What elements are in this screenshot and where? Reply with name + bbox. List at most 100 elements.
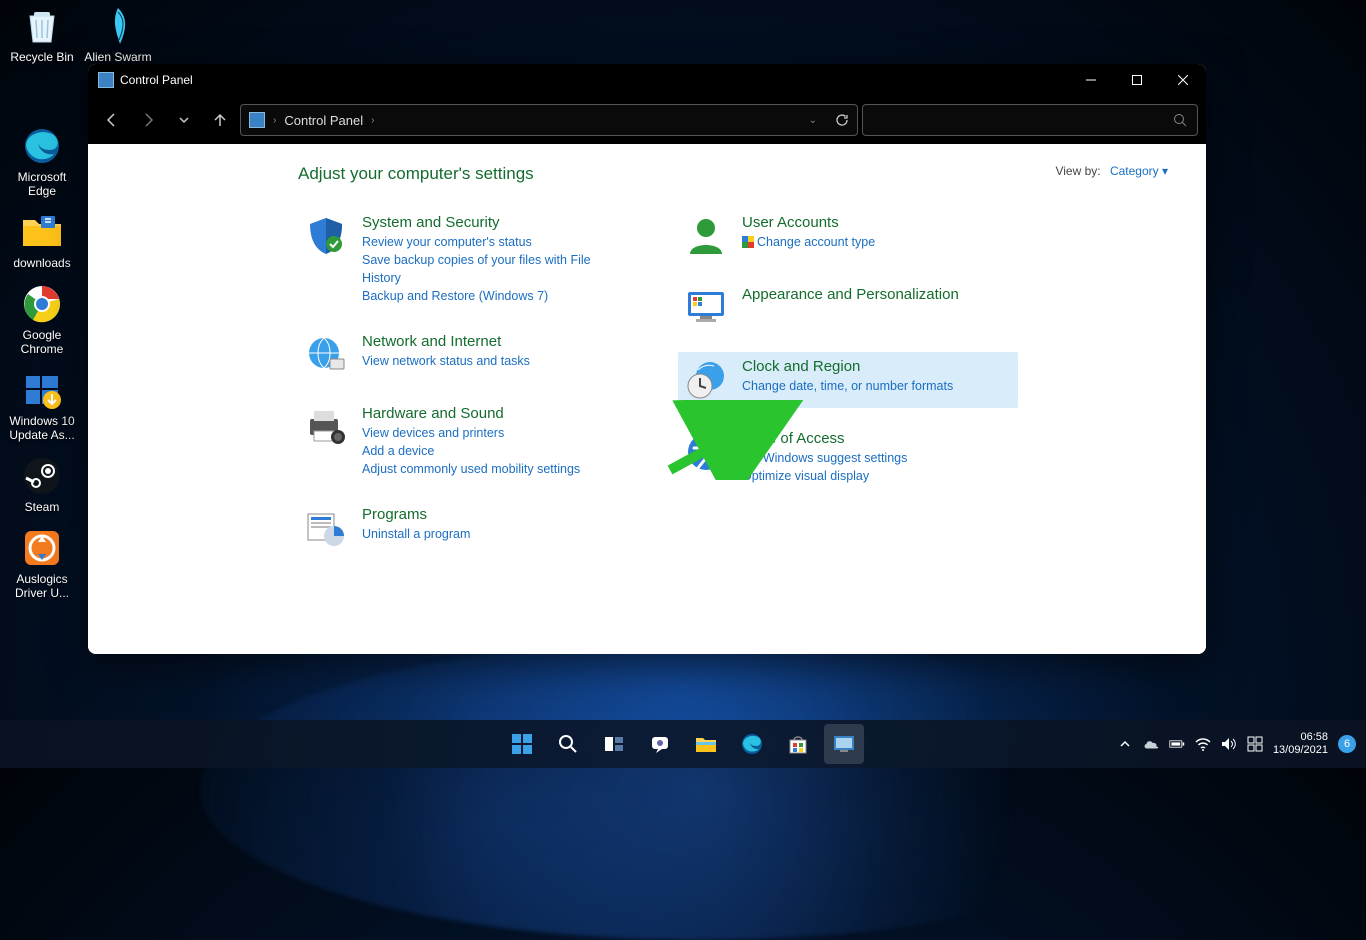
file-explorer-button[interactable] [686, 724, 726, 764]
category-appearance[interactable]: Appearance and Personalization [678, 280, 1018, 336]
category-user-accounts[interactable]: User Accounts Change account type [678, 208, 1018, 264]
view-by-dropdown[interactable]: Category ▾ [1110, 164, 1168, 178]
clock[interactable]: 06:58 13/09/2021 [1273, 731, 1328, 757]
category-column-right: User Accounts Change account type Appear… [678, 208, 1018, 556]
category-system-security[interactable]: System and Security Review your computer… [298, 208, 638, 311]
printer-icon [304, 405, 348, 449]
monitor-icon [684, 286, 728, 330]
chevron-down-icon[interactable]: ⌄ [809, 115, 817, 126]
battery-icon[interactable] [1169, 736, 1185, 752]
category-title[interactable]: User Accounts [742, 214, 875, 231]
programs-icon [304, 506, 348, 550]
category-link[interactable]: Uninstall a program [362, 525, 470, 543]
category-network[interactable]: Network and Internet View network status… [298, 327, 638, 383]
desktop-icon-steam[interactable]: Steam [4, 454, 80, 514]
folder-icon [20, 210, 64, 254]
view-by: View by: Category ▾ [1055, 164, 1168, 178]
maximize-button[interactable] [1114, 64, 1160, 96]
content-area: Adjust your computer's settings View by:… [88, 144, 1206, 654]
category-title[interactable]: Programs [362, 506, 470, 523]
control-panel-window: Control Panel › Control Panel › ⌄ Adjust… [88, 64, 1206, 654]
category-link[interactable]: Adjust commonly used mobility settings [362, 460, 580, 478]
chrome-icon [20, 282, 64, 326]
category-title[interactable]: Network and Internet [362, 333, 530, 350]
category-link[interactable]: Review your computer's status [362, 233, 632, 251]
category-link[interactable]: Change account type [742, 233, 875, 251]
control-panel-icon [98, 72, 114, 88]
category-column-left: System and Security Review your computer… [298, 208, 638, 556]
back-button[interactable] [96, 104, 128, 136]
clock-time: 06:58 [1273, 731, 1328, 744]
category-link[interactable]: Backup and Restore (Windows 7) [362, 287, 632, 305]
desktop-icon-label: Windows 10 Update As... [4, 414, 80, 442]
language-icon[interactable] [1247, 736, 1263, 752]
shield-icon [304, 214, 348, 258]
desktop-icon-label: Alien Swarm [80, 50, 156, 64]
tray-overflow-icon[interactable] [1117, 736, 1133, 752]
category-hardware[interactable]: Hardware and Sound View devices and prin… [298, 399, 638, 484]
store-button[interactable] [778, 724, 818, 764]
clock-date: 13/09/2021 [1273, 744, 1328, 757]
window-title: Control Panel [120, 73, 193, 87]
desktop-icon-label: Microsoft Edge [4, 170, 80, 198]
category-link[interactable]: Optimize visual display [742, 467, 907, 485]
category-title[interactable]: Hardware and Sound [362, 405, 580, 422]
task-view-button[interactable] [594, 724, 634, 764]
taskbar-center [502, 724, 864, 764]
desktop-icon-label: Recycle Bin [4, 50, 80, 64]
category-link[interactable]: View network status and tasks [362, 352, 530, 370]
titlebar[interactable]: Control Panel [88, 64, 1206, 96]
desktop-icon-label: downloads [4, 256, 80, 270]
desktop-icon-label: Steam [4, 500, 80, 514]
breadcrumb[interactable]: Control Panel [284, 113, 363, 128]
accessibility-icon [684, 430, 728, 474]
onedrive-icon[interactable] [1143, 736, 1159, 752]
system-tray[interactable]: 06:58 13/09/2021 6 [1117, 720, 1366, 768]
chat-button[interactable] [640, 724, 680, 764]
desktop-icon-alien-swarm[interactable]: Alien Swarm [80, 4, 156, 64]
category-title[interactable]: Clock and Region [742, 358, 953, 375]
close-button[interactable] [1160, 64, 1206, 96]
search-box[interactable] [862, 104, 1198, 136]
chevron-right-icon[interactable]: › [371, 115, 374, 126]
category-ease-of-access[interactable]: Ease of Access Let Windows suggest setti… [678, 424, 1018, 491]
page-heading: Adjust your computer's settings [298, 164, 1158, 184]
chevron-right-icon: › [273, 115, 276, 126]
control-panel-taskbar-button[interactable] [824, 724, 864, 764]
refresh-button[interactable] [835, 113, 849, 127]
clock-globe-icon [684, 358, 728, 402]
steam-icon [20, 454, 64, 498]
category-title[interactable]: Appearance and Personalization [742, 286, 959, 303]
recent-dropdown[interactable] [168, 104, 200, 136]
category-programs[interactable]: Programs Uninstall a program [298, 500, 638, 556]
desktop-icon-edge[interactable]: Microsoft Edge [4, 124, 80, 198]
edge-icon [20, 124, 64, 168]
search-button[interactable] [548, 724, 588, 764]
category-link[interactable]: Let Windows suggest settings [742, 449, 907, 467]
desktop-icon-recycle-bin[interactable]: Recycle Bin [4, 4, 80, 64]
category-clock-region[interactable]: Clock and Region Change date, time, or n… [678, 352, 1018, 408]
category-title[interactable]: System and Security [362, 214, 632, 231]
desktop-icon-chrome[interactable]: Google Chrome [4, 282, 80, 356]
desktop-icon-auslogics[interactable]: Auslogics Driver U... [4, 526, 80, 600]
taskbar[interactable]: 06:58 13/09/2021 6 [0, 720, 1366, 768]
minimize-button[interactable] [1068, 64, 1114, 96]
category-link[interactable]: Change date, time, or number formats [742, 377, 953, 395]
category-link[interactable]: Add a device [362, 442, 580, 460]
alien-swarm-icon [96, 4, 140, 48]
address-bar[interactable]: › Control Panel › ⌄ [240, 104, 858, 136]
start-button[interactable] [502, 724, 542, 764]
desktop-icon-win10-update[interactable]: Windows 10 Update As... [4, 368, 80, 442]
category-title[interactable]: Ease of Access [742, 430, 907, 447]
category-link[interactable]: View devices and printers [362, 424, 580, 442]
forward-button[interactable] [132, 104, 164, 136]
up-button[interactable] [204, 104, 236, 136]
volume-icon[interactable] [1221, 736, 1237, 752]
auslogics-icon [20, 526, 64, 570]
wifi-icon[interactable] [1195, 736, 1211, 752]
notification-badge[interactable]: 6 [1338, 735, 1356, 753]
desktop-icon-downloads[interactable]: downloads [4, 210, 80, 270]
category-link[interactable]: Save backup copies of your files with Fi… [362, 251, 632, 287]
edge-button[interactable] [732, 724, 772, 764]
search-icon [1173, 113, 1187, 127]
